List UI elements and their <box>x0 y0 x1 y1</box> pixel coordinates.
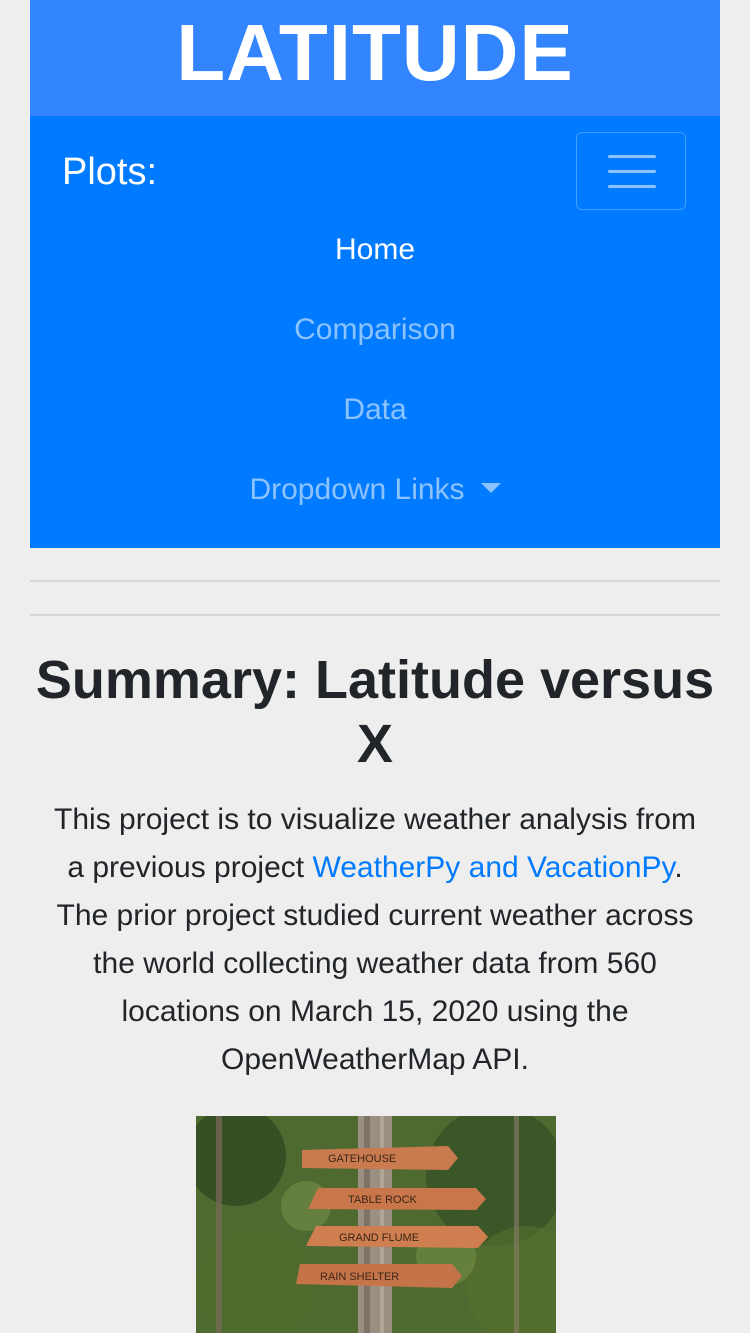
trail-signpost-image: GATEHOUSE TABLE ROCK GRAND FLUME RAIN SH… <box>196 1116 556 1333</box>
sign-gatehouse: GATEHOUSE <box>328 1153 396 1165</box>
jumbotron-header: LATITUDE <box>30 0 720 116</box>
divider-bottom <box>30 614 720 616</box>
nav-item-comparison[interactable]: Comparison <box>30 312 720 348</box>
page-container: LATITUDE Plots: Home Comparison Data Dro… <box>30 0 720 548</box>
page-heading: Summary: Latitude versus X <box>35 650 715 774</box>
summary-paragraph: This project is to visualize weather ana… <box>46 796 704 1084</box>
sign-table-rock: TABLE ROCK <box>348 1194 418 1206</box>
summary-text-after: . The prior project studied current weat… <box>56 851 694 1076</box>
nav-item-data[interactable]: Data <box>30 392 720 428</box>
site-title: LATITUDE <box>176 8 574 97</box>
divider-top <box>30 580 720 582</box>
caret-down-icon <box>480 483 501 494</box>
navbar-toggler-button[interactable] <box>576 132 686 210</box>
weatherpy-link[interactable]: WeatherPy and VacationPy <box>312 851 674 884</box>
sign-rain-shelter: RAIN SHELTER <box>320 1271 399 1283</box>
nav-item-home[interactable]: Home <box>30 232 720 268</box>
navbar-brand[interactable]: Plots: <box>62 150 157 194</box>
nav-item-dropdown-links[interactable]: Dropdown Links <box>30 472 720 508</box>
navbar: Plots: Home Comparison Data Dropdown Lin… <box>30 116 720 548</box>
dropdown-links-label: Dropdown Links <box>249 473 465 506</box>
sign-grand-flume: GRAND FLUME <box>339 1232 419 1244</box>
